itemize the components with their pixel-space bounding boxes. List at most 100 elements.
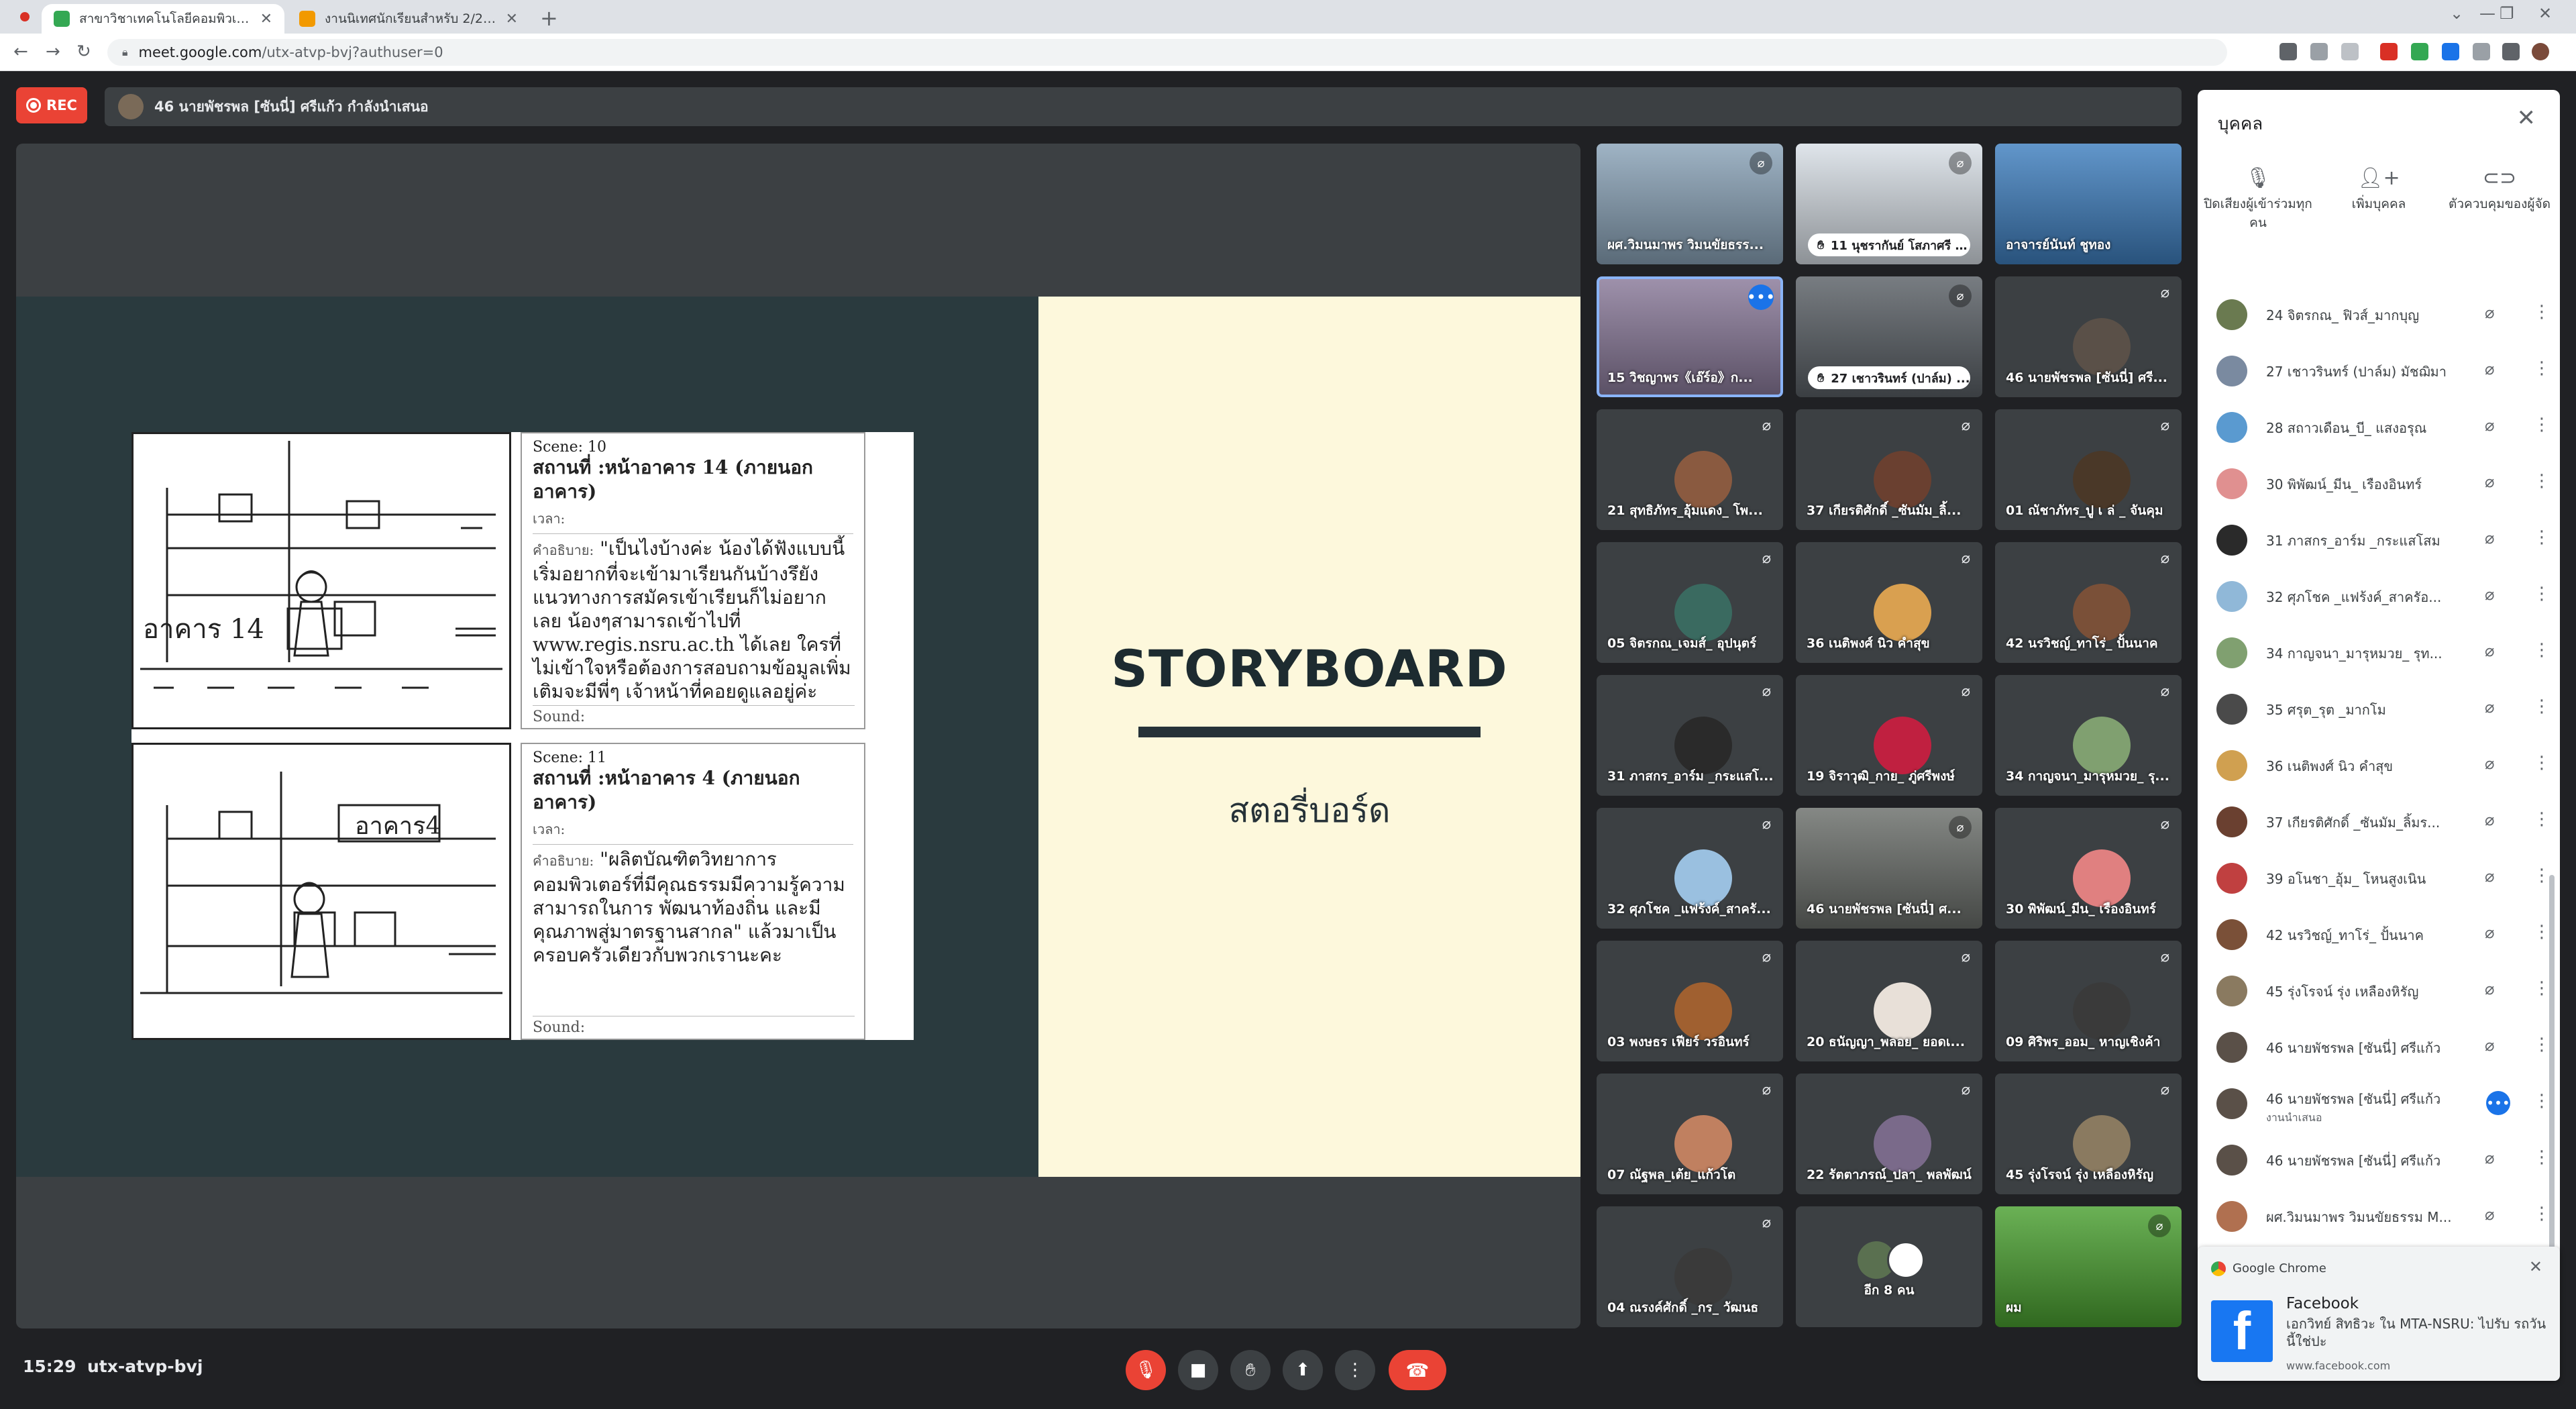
participant-list-item[interactable]: 46 นายพัชรพล [ซันนี่] ศรีแก้ว ⌀ ⋮ [2198,1131,2560,1188]
chrome-notification[interactable]: Google Chrome ✕ f Facebook เอกวิทย์ สิทธ… [2198,1247,2560,1381]
participant-tile[interactable]: ••• 15 วิชญาพร《เอ๊ร์อ》ก... [1597,276,1783,397]
participant-tile[interactable]: ⌀ 09 ศิริพร_ออม_ หาญเชิงค้า [1995,941,2182,1061]
drive-extension-icon[interactable] [2411,43,2428,60]
mic-off-icon[interactable]: ⌀ [2485,811,2494,829]
profile-avatar[interactable] [2532,43,2549,60]
more-vert-icon[interactable]: ⋮ [2533,978,2551,998]
mic-off-icon[interactable]: ⌀ [2485,1036,2494,1055]
more-vert-icon[interactable]: ⋮ [2533,809,2551,829]
chevron-down-icon[interactable]: ⌄ [2450,4,2463,23]
reload-icon[interactable]: ↻ [76,42,91,62]
browser-tab-meet-source[interactable]: สาขาวิชาเทคโนโลยีคอมพิวเตอร์และ... ✕ [42,4,284,34]
participant-list-item[interactable]: 36 เนติพงศ์ นิว คำสุข ⌀ ⋮ [2198,737,2560,793]
mute-all-button[interactable]: 🎙︎ ปิดเสียงผู้เข้าร่วมทุกคน [2198,168,2318,232]
more-vert-icon[interactable]: ⋮ [2533,1035,2551,1055]
participant-list-item[interactable]: 46 นายพัชรพล [ซันนี่] ศรีแก้ว งานนำเสนอ ••… [2198,1075,2560,1131]
more-vert-icon[interactable]: ⋮ [2533,696,2551,717]
maximize-icon[interactable]: ❐ [2500,4,2514,23]
host-controls-button[interactable]: ⊂⊃ ตัวควบคุมของผู้จัด [2439,168,2560,213]
mic-off-icon[interactable]: ⌀ [2485,529,2494,547]
minimize-icon[interactable]: — [2479,4,2496,23]
more-vert-icon[interactable]: ⋮ [2533,358,2551,378]
participant-list-item[interactable]: 46 นายพัชรพล [ซันนี่] ศรีแก้ว ⌀ ⋮ [2198,1019,2560,1075]
share-icon[interactable] [2310,43,2328,60]
mic-off-icon[interactable]: ⌀ [2485,698,2494,717]
participant-tile[interactable]: อาจารย์นันท์ ชูทอง [1995,144,2182,264]
participant-tile[interactable]: ⌀ ✋︎ 27 เชาวรินทร์ (ปาล์ม) ... [1796,276,1982,397]
participant-list-item[interactable]: 28 สถาวเดือน_บี_ แสงอรุณ ⌀ ⋮ [2198,399,2560,455]
tab-close-icon[interactable]: ✕ [506,11,518,28]
mic-toggle-button[interactable]: 🎙︎ [1126,1350,1166,1390]
mic-off-icon[interactable]: ⌀ [2485,303,2494,322]
more-vert-icon[interactable]: ⋮ [2533,922,2551,942]
participant-tile[interactable]: ⌀ 20 ธนัญญา_พลอย_ ยอดเ... [1796,941,1982,1061]
participant-tile[interactable]: ⌀ 46 นายพัชรพล [ซันนี่] ศ... [1796,808,1982,929]
forward-arrow-icon[interactable]: → [46,42,60,62]
participant-tile[interactable]: ⌀ 45 รุ่งโรจน์ รุ่ง เหลืองหิรัญ [1995,1074,2182,1194]
participant-tile[interactable]: ⌀ 31 ภาสกร_อาร์ม _กระแสโ... [1597,675,1783,796]
mic-off-icon[interactable]: ⌀ [2485,1205,2494,1224]
participant-list-item[interactable]: 32 ศุภโชค _แฟร้งค์_สาครัอ... ⌀ ⋮ [2198,568,2560,624]
participant-list-item[interactable]: 39 อโนชา_อุ้ม_ โหนสูงเนิน ⌀ ⋮ [2198,849,2560,906]
participant-list-item[interactable]: ผศ.วิมนมาพร วิมนขัยธรรม M... ⌀ ⋮ [2198,1188,2560,1244]
camera-toggle-button[interactable]: ■ [1178,1350,1218,1390]
participant-tile[interactable]: ⌀ ผม [1995,1206,2182,1327]
mic-off-icon[interactable]: ⌀ [2485,980,2494,998]
participant-list-item[interactable]: 34 กาญจนา_มารุหมวย_ รุท... ⌀ ⋮ [2198,624,2560,680]
more-vert-icon[interactable]: ⋮ [2533,640,2551,660]
participant-list-item[interactable]: 30 พิพัฒน์_มีน_ เรืองอินทร์ ⌀ ⋮ [2198,455,2560,511]
close-icon[interactable]: ✕ [2517,105,2536,132]
url-field[interactable]: 🔒︎ meet.google.com/utx-atvp-bvj?authuser… [107,39,2227,66]
participant-tile[interactable]: ⌀ 21 สุทธิภัทร_อุ้มแดง_ โพ... [1597,409,1783,530]
plus-icon[interactable]: + [540,5,558,31]
leave-call-button[interactable]: ☎︎ [1389,1350,1446,1390]
participant-tile[interactable]: ⌀ 37 เกียรติศักดิ์ _ซันมัม_ลิ้... [1796,409,1982,530]
back-arrow-icon[interactable]: ← [13,42,28,62]
participant-tile[interactable]: ⌀ 07 ณัฐพล_เต้ย_แก้วโต [1597,1074,1783,1194]
mic-off-icon[interactable]: ⌀ [2485,923,2494,942]
present-screen-button[interactable]: ⬆︎ [1283,1350,1323,1390]
mic-off-icon[interactable]: ⌀ [2485,867,2494,886]
participant-list-item[interactable]: 31 ภาสกร_อาร์ม _กระแสโสม ⌀ ⋮ [2198,511,2560,568]
more-vert-icon[interactable]: ⋮ [2533,866,2551,886]
camera-icon[interactable] [2279,43,2297,60]
more-options-button[interactable]: ⋮ [1335,1350,1375,1390]
participant-tile[interactable]: ⌀ 30 พิพัฒน์_มีน_ เรืองอินทร์ [1995,808,2182,929]
more-vert-icon[interactable]: ⋮ [2533,1204,2551,1224]
participant-tile[interactable]: ⌀ 22 รัตตาภรณ์_ปลา_ พลพัฒน์ [1796,1074,1982,1194]
more-vert-icon[interactable]: ⋮ [2533,527,2551,547]
more-vert-icon[interactable]: ⋮ [2533,1091,2551,1111]
participant-tile[interactable]: ⌀ 03 พงษธร เฟียร์ วรอินทร์ [1597,941,1783,1061]
tab-close-icon[interactable]: ✕ [260,11,272,28]
participant-tile[interactable]: ⌀ 46 นายพัชรพล [ซันนี่] ศรี... [1995,276,2182,397]
scrollbar[interactable] [2549,875,2555,1251]
tab-extension-icon[interactable] [2473,43,2490,60]
add-people-button[interactable]: 👤︎+ เพิ่มบุคคล [2318,168,2439,213]
puzzle-icon[interactable] [2502,43,2520,60]
participant-tile[interactable]: ⌀ 05 จิตรกณ_เจมส์_ อุปนุตร์ [1597,542,1783,663]
mic-off-icon[interactable]: ⌀ [2485,360,2494,378]
meet-extension-icon[interactable] [2442,43,2459,60]
participant-tile[interactable]: ⌀ 19 จิราวุฒิ_กาย_ ภู่ศรีพงษ์ [1796,675,1982,796]
mic-off-icon[interactable]: ⌀ [2485,472,2494,491]
mic-off-icon[interactable]: ⌀ [2485,641,2494,660]
mic-off-icon[interactable]: ⌀ [2485,585,2494,604]
more-vert-icon[interactable]: ⋮ [2533,302,2551,322]
participant-list-item[interactable]: 27 เชาวรินทร์ (ปาล์ม) มัชฌิมา ⌀ ⋮ [2198,342,2560,399]
close-icon[interactable]: ✕ [2538,4,2552,23]
participant-tile[interactable]: ⌀ 36 เนติพงศ์ นิว คำสุข [1796,542,1982,663]
mic-off-icon[interactable]: ⌀ [2485,754,2494,773]
more-vert-icon[interactable]: ⋮ [2533,1147,2551,1167]
participant-tile[interactable]: ⌀ 01 ณัชาภัทร_ปู เ ล่ _ จันคุม [1995,409,2182,530]
participant-tile[interactable]: อีก 8 คน [1796,1206,1982,1327]
participant-tile[interactable]: ⌀ 32 ศุภโชค _แฟร้งค์_สาครั... [1597,808,1783,929]
participant-list-item[interactable]: 37 เกียรติศักดิ์ _ซันมัม_ลิ้มร... ⌀ ⋮ [2198,793,2560,849]
raise-hand-button[interactable]: ✋︎ [1230,1350,1271,1390]
more-vert-icon[interactable]: ⋮ [2533,584,2551,604]
participant-tile[interactable]: ⌀ 34 กาญจนา_มารุหมวย_ รุ... [1995,675,2182,796]
participant-tile[interactable]: ⌀ 04 ณรงค์ศักดิ์ _กร_ วัฒนธ [1597,1206,1783,1327]
participant-tile[interactable]: ⌀ 42 นรวิชญ์_ทาโร่_ ปั้นนาค [1995,542,2182,663]
participant-tile[interactable]: ⌀ ผศ.วิมนมาพร วิมนขัยธรร... [1597,144,1783,264]
participant-list-item[interactable]: 24 จิตรกณ_ ฟิวส์_มากบุญ ⌀ ⋮ [2198,286,2560,342]
more-vert-icon[interactable]: ⋮ [2533,415,2551,435]
